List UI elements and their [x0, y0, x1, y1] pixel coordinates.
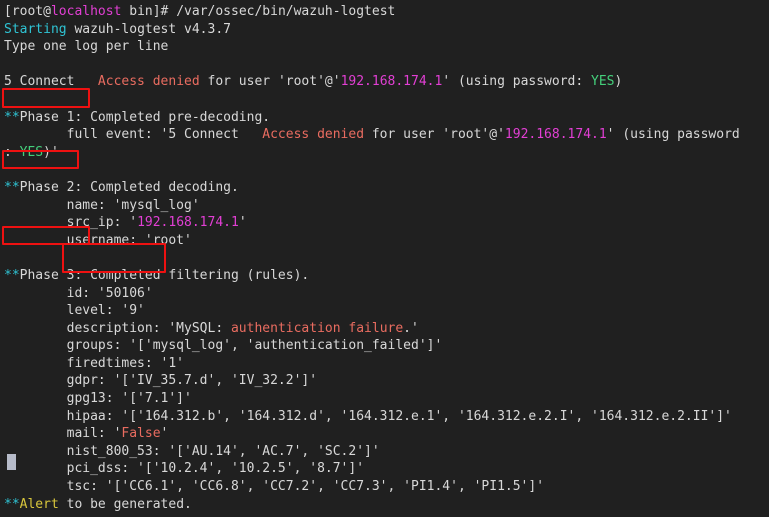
terminal-line-phase-1-header: **Phase 1: Completed pre-decoding.: [4, 109, 769, 127]
text-segment: [root@: [4, 4, 51, 19]
text-segment: tsc: '['CC6.1', 'CC6.8', 'CC7.2', 'CC7.3…: [4, 479, 545, 495]
text-segment: localhost: [50, 4, 122, 19]
text-segment: wazuh-logtest v4.3.7: [66, 21, 231, 37]
text-segment: authentication failure: [230, 320, 404, 336]
text-segment: nist_800_53: '['AU.14', 'AC.7', 'SC.2']': [4, 443, 380, 459]
terminal-line-type-one-log-hint: Type one log per line: [4, 38, 769, 56]
text-segment: Starting: [4, 21, 67, 37]
terminal-line-rule-firedtimes: firedtimes: '1': [4, 355, 769, 373]
terminal-line-prompt-command: [root@localhost bin]# /var/ossec/bin/waz…: [4, 3, 769, 21]
terminal-cursor: [7, 454, 16, 470]
text-segment: [4, 92, 12, 107]
text-segment: ': [238, 215, 247, 231]
text-segment: for user 'root'@': [364, 127, 505, 143]
text-segment: :: [4, 144, 20, 160]
terminal-line-rule-gpg13: gpg13: '['7.1']': [4, 390, 769, 408]
text-segment: full event: '5 Connect: [4, 127, 263, 143]
text-segment: 5 Connect: [4, 74, 98, 90]
text-segment: Access denied: [97, 74, 200, 90]
terminal-line-rule-hipaa: hipaa: '['164.312.b', '164.312.d', '164.…: [4, 408, 769, 426]
text-segment: gdpr: '['IV_35.7.d', 'IV_32.2']': [4, 373, 318, 389]
terminal-line-rule-groups: groups: '['mysql_log', 'authentication_f…: [4, 337, 769, 355]
text-segment: **: [4, 267, 20, 283]
text-segment: Type one log per line: [4, 39, 169, 55]
terminal-line-blank-3: [4, 161, 769, 179]
text-segment: False: [121, 426, 161, 442]
terminal-line-decoder-src-ip: src_ip: '192.168.174.1': [4, 214, 769, 232]
terminal-output-area[interactable]: [root@localhost bin]# /var/ossec/bin/waz…: [0, 0, 769, 517]
terminal-line-rule-nist: nist_800_53: '['AU.14', 'AC.7', 'SC.2']': [4, 443, 769, 461]
terminal-line-rule-gdpr: gdpr: '['IV_35.7.d', 'IV_32.2']': [4, 372, 769, 390]
text-segment: ' (using password: [606, 127, 740, 143]
terminal-line-full-event-line: full event: '5 Connect Access denied for…: [4, 126, 769, 144]
text-segment: Phase 2: Completed decoding.: [19, 179, 239, 195]
text-segment: name: 'mysql_log': [4, 197, 200, 213]
text-segment: **: [4, 109, 20, 125]
text-segment: 192.168.174.1: [504, 127, 607, 143]
text-segment: id: '50106': [4, 285, 153, 301]
terminal-line-blank-4: [4, 249, 769, 267]
text-segment: .': [403, 320, 419, 336]
text-segment: Alert: [19, 496, 59, 512]
terminal-line-input-log-line: 5 Connect Access denied for user 'root'@…: [4, 73, 769, 91]
terminal-line-rule-tsc: tsc: '['CC6.1', 'CC6.8', 'CC7.2', 'CC7.3…: [4, 478, 769, 496]
text-segment: to be generated.: [58, 496, 192, 512]
terminal-line-rule-description: description: 'MySQL: authentication fail…: [4, 320, 769, 338]
text-segment: )': [43, 144, 59, 160]
text-segment: description: 'MySQL:: [4, 320, 231, 336]
terminal-line-decoder-name: name: 'mysql_log': [4, 197, 769, 215]
text-segment: groups: '['mysql_log', 'authentication_f…: [4, 338, 443, 354]
terminal-line-rule-mail: mail: 'False': [4, 425, 769, 443]
terminal-line-starting-banner: Starting wazuh-logtest v4.3.7: [4, 21, 769, 39]
text-segment: [4, 162, 12, 177]
text-segment: hipaa: '['164.312.b', '164.312.d', '164.…: [4, 408, 732, 424]
terminal-line-rule-level: level: '9': [4, 302, 769, 320]
text-segment: ): [614, 74, 623, 90]
text-segment: ' (using password:: [442, 74, 592, 90]
terminal-line-phase-3-header: **Phase 3: Completed filtering (rules).: [4, 267, 769, 285]
terminal-line-phase-2-header: **Phase 2: Completed decoding.: [4, 179, 769, 197]
text-segment: gpg13: '['7.1']': [4, 391, 192, 407]
text-segment: YES: [591, 74, 615, 90]
text-segment: firedtimes: '1': [4, 355, 185, 371]
text-segment: YES: [19, 144, 44, 160]
terminal-line-full-event-wrap: : YES)': [4, 144, 769, 162]
text-segment: 192.168.174.1: [340, 74, 443, 90]
terminal-line-blank-5: [4, 513, 769, 517]
text-segment: Phase 1: Completed pre-decoding.: [19, 109, 271, 125]
text-segment: [4, 57, 12, 72]
text-segment: src_ip: ': [4, 215, 138, 231]
terminal-line-rule-id: id: '50106': [4, 285, 769, 303]
text-segment: Access denied: [262, 127, 365, 143]
text-segment: level: '9': [4, 303, 145, 319]
terminal-window[interactable]: [root@localhost bin]# /var/ossec/bin/waz…: [0, 0, 769, 517]
text-segment: **: [4, 496, 20, 512]
terminal-line-decoder-username: username: 'root': [4, 232, 769, 250]
text-segment: bin]# /var/ossec/bin/wazuh-logtest: [121, 4, 396, 19]
text-segment: for user 'root'@': [199, 74, 341, 90]
terminal-line-rule-pci-dss: pci_dss: '['10.2.4', '10.2.5', '8.7']': [4, 460, 769, 478]
terminal-line-blank-2: [4, 91, 769, 109]
terminal-line-blank-1: [4, 56, 769, 74]
text-segment: pci_dss: '['10.2.4', '10.2.5', '8.7']': [4, 461, 365, 477]
text-segment: **: [4, 179, 20, 195]
text-segment: username: 'root': [4, 232, 192, 248]
text-segment: ': [160, 426, 169, 442]
text-segment: 192.168.174.1: [137, 215, 239, 231]
text-segment: Phase 3: Completed filtering (rules).: [19, 267, 310, 283]
text-segment: [4, 250, 12, 265]
terminal-line-alert-line: **Alert to be generated.: [4, 496, 769, 514]
text-segment: mail: ': [4, 426, 122, 442]
